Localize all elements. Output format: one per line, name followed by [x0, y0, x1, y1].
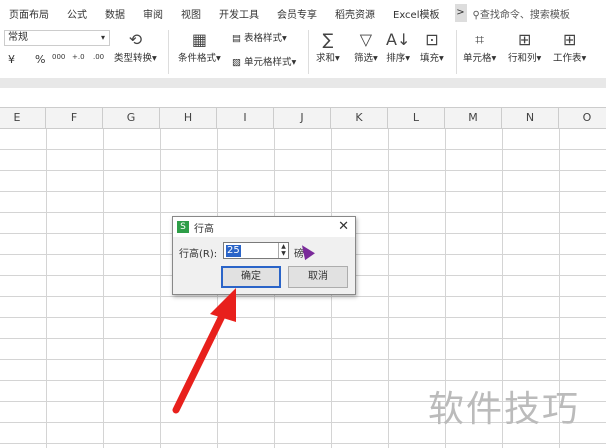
- watermark: 软件技巧: [428, 389, 581, 430]
